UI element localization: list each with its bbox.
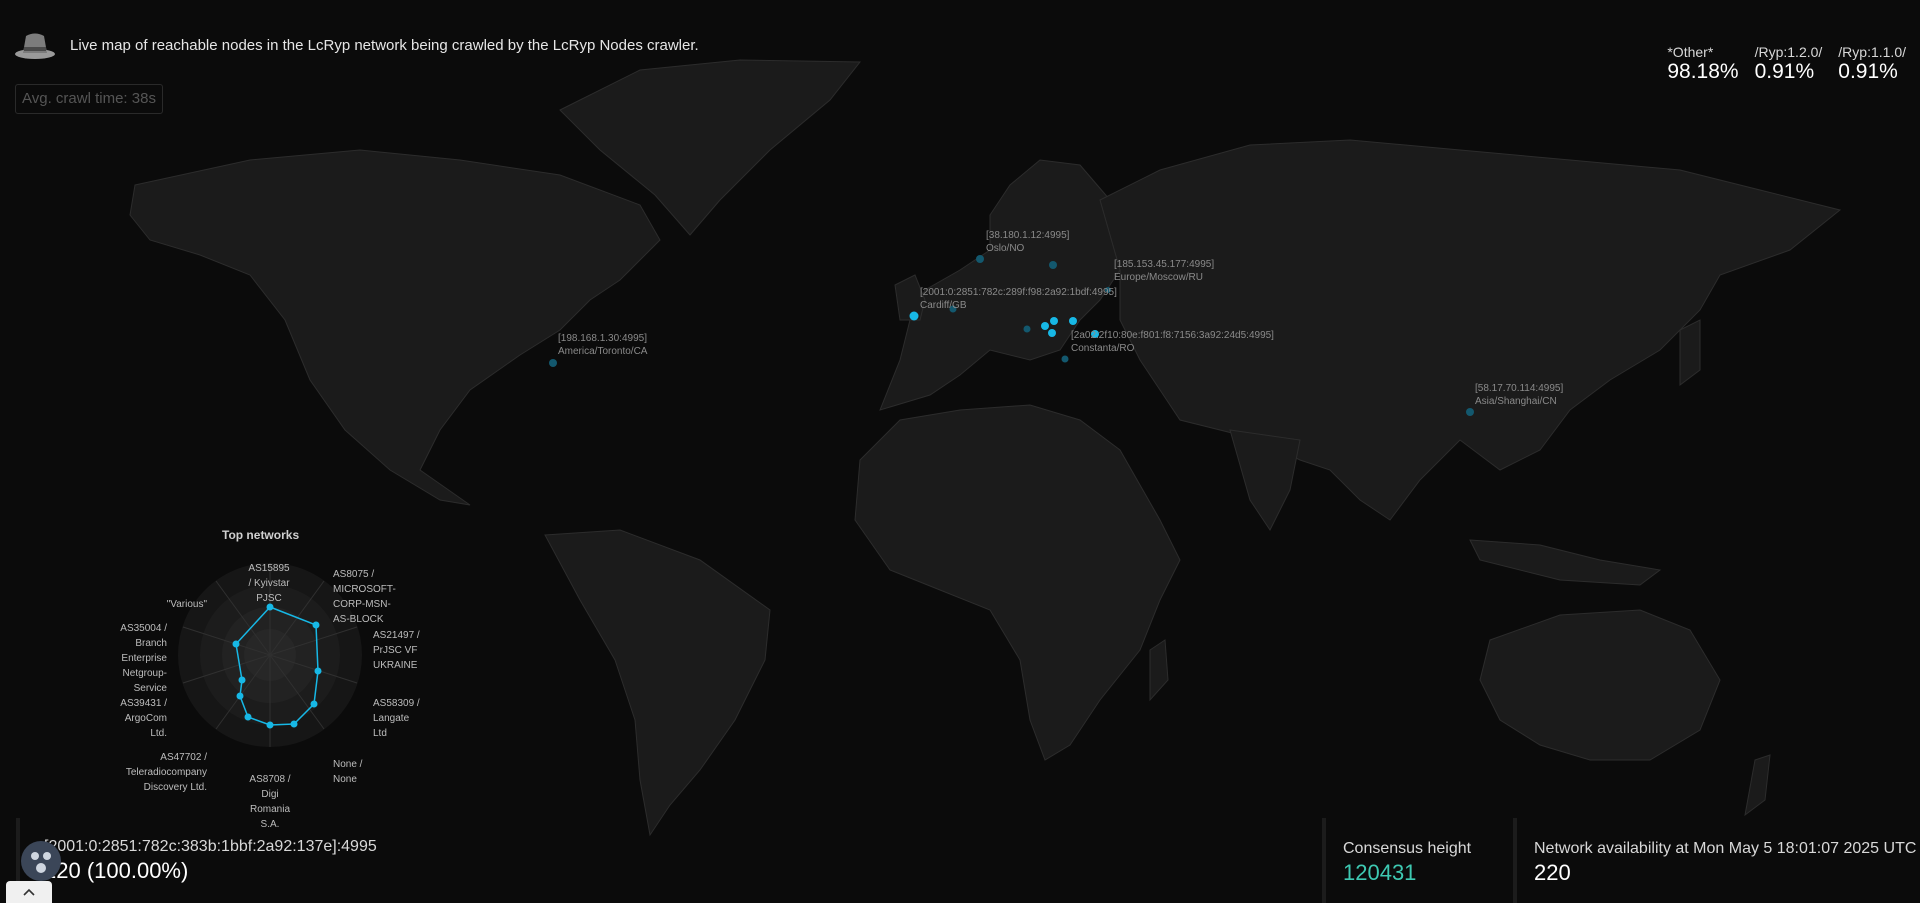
node-label-constanta: [2a02:2f10:80e:f801:f8:7156:3a92:24d5:49… — [1071, 329, 1274, 355]
radar-point[interactable] — [232, 640, 240, 648]
radar-point[interactable] — [290, 720, 298, 728]
avatar-icon[interactable] — [20, 840, 62, 882]
consensus-label: Consensus height — [1343, 840, 1472, 857]
user-agent-percent: 0.91% — [1838, 60, 1898, 83]
radar-label: AS15895 / Kyivstar PJSC — [248, 563, 290, 604]
user-agent-item[interactable]: /Ryp:1.1.0/ 0.91% — [1838, 44, 1906, 83]
radar-label: AS8075 / MICROSOFT-CORP-MSN-AS-BLOCK — [333, 569, 396, 625]
selected-node-address: [2001:0:2851:782c:383b:1bbf:2a92:137e]:4… — [44, 838, 377, 855]
world-map[interactable] — [0, 0, 1920, 903]
node-dot[interactable] — [1049, 261, 1057, 269]
node-label-oslo: [38.180.1.12:4995] Oslo/NO — [986, 229, 1069, 255]
radar-label: AS35004 / Branch Enterprise Netgroup-Ser… — [120, 623, 167, 694]
radar-label: "Various" — [166, 599, 207, 610]
consensus-value: 120431 — [1343, 860, 1417, 885]
user-agent-item[interactable]: /Ryp:1.2.0/ 0.91% — [1755, 44, 1823, 83]
radar-point[interactable] — [244, 713, 252, 721]
node-location: Europe/Moscow/RU — [1114, 272, 1203, 283]
continent-indonesia — [1469, 539, 1662, 586]
continent-north-america — [129, 149, 661, 506]
network-availability: Network availability at Mon May 5 18:01:… — [1513, 818, 1916, 903]
crawl-time-box: Avg. crawl time: 38s — [15, 84, 163, 114]
continent-africa — [854, 404, 1181, 761]
user-agent-item[interactable]: *Other* 98.18% — [1667, 44, 1738, 83]
radar-point[interactable] — [314, 667, 322, 675]
header: Live map of reachable nodes in the LcRyp… — [14, 28, 699, 62]
availability-label: Network availability at Mon May 5 18:01:… — [1534, 840, 1917, 857]
user-agent-name: *Other* — [1667, 44, 1714, 60]
radar-label: AS39431 / ArgoCom Ltd. — [120, 698, 167, 739]
user-agent-percent: 98.18% — [1667, 60, 1739, 83]
continent-india — [1229, 429, 1301, 531]
node-address: [185.153.45.177:4995] — [1114, 259, 1215, 270]
radar-point[interactable] — [312, 621, 320, 629]
radar-label: None / None — [333, 759, 363, 785]
node-dot[interactable] — [1466, 408, 1474, 416]
selected-node-info: [2001:0:2851:782c:383b:1bbf:2a92:137e]:4… — [16, 818, 377, 903]
continent-south-america — [544, 529, 771, 837]
spy-hat-icon — [15, 33, 55, 59]
selected-node-value: 220 (100.00%) — [44, 858, 189, 883]
radar-point[interactable] — [266, 721, 274, 729]
radar-label: AS47702 / Teleradiocompany Discovery Ltd… — [125, 752, 207, 793]
node-address: [38.180.1.12:4995] — [986, 230, 1070, 241]
header-text: Live map of reachable nodes in the LcRyp… — [70, 36, 699, 54]
user-agent-name: /Ryp:1.1.0/ — [1838, 44, 1906, 60]
user-agent-percent: 0.91% — [1754, 60, 1815, 83]
chevron-up-icon — [23, 888, 35, 896]
user-agents: *Other* 98.18% /Ryp:1.2.0/ 0.91% /Ryp:1.… — [1667, 44, 1906, 83]
user-agent-name: /Ryp:1.2.0/ — [1754, 44, 1823, 60]
node-location: Cardiff/GB — [920, 300, 967, 311]
node-label-moscow: [185.153.45.177:4995] Europe/Moscow/RU — [1114, 258, 1214, 284]
node-dot[interactable] — [1041, 322, 1049, 330]
node-location: Asia/Shanghai/CN — [1475, 396, 1557, 407]
continent-madagascar — [1149, 639, 1169, 702]
consensus-height: Consensus height 120431 — [1322, 818, 1471, 903]
node-address: [2a02:2f10:80e:f801:f8:7156:3a92:24d5:49… — [1071, 330, 1274, 341]
node-address: [2001:0:2851:782c:289f:f98:2a92:1bdf:499… — [920, 287, 1117, 298]
node-label-shanghai: [58.17.70.114:4995] Asia/Shanghai/CN — [1475, 382, 1563, 408]
node-location: Constanta/RO — [1071, 343, 1135, 354]
node-dot[interactable] — [1048, 329, 1056, 337]
node-dot[interactable] — [1061, 355, 1069, 363]
radar-point[interactable] — [236, 692, 244, 700]
collapse-button[interactable] — [6, 881, 52, 903]
node-label-toronto: [198.168.1.30:4995] America/Toronto/CA — [558, 332, 647, 358]
top-networks-title: Top networks — [222, 528, 300, 542]
radar-label: AS58309 / Langate Ltd — [373, 698, 420, 739]
node-address: [198.168.1.30:4995] — [558, 333, 647, 344]
node-location: America/Toronto/CA — [558, 346, 648, 357]
node-dot[interactable] — [1050, 317, 1058, 325]
node-dot[interactable] — [1069, 317, 1077, 325]
node-dot[interactable] — [976, 255, 984, 263]
radar-point[interactable] — [238, 676, 246, 684]
radar-point[interactable] — [310, 700, 318, 708]
radar-label: AS21497 / PrJSC VF UKRAINE — [373, 630, 420, 671]
continent-japan — [1679, 319, 1701, 386]
continent-new-zealand — [1744, 754, 1771, 817]
node-label-cardiff: [2001:0:2851:782c:289f:f98:2a92:1bdf:499… — [920, 286, 1117, 312]
node-address: [58.17.70.114:4995] — [1475, 383, 1564, 394]
node-dot[interactable] — [1023, 325, 1031, 333]
continent-australia — [1479, 609, 1721, 761]
node-dot[interactable] — [909, 311, 919, 321]
node-dot[interactable] — [549, 359, 557, 367]
node-location: Oslo/NO — [986, 243, 1025, 254]
availability-value: 220 — [1534, 860, 1571, 885]
